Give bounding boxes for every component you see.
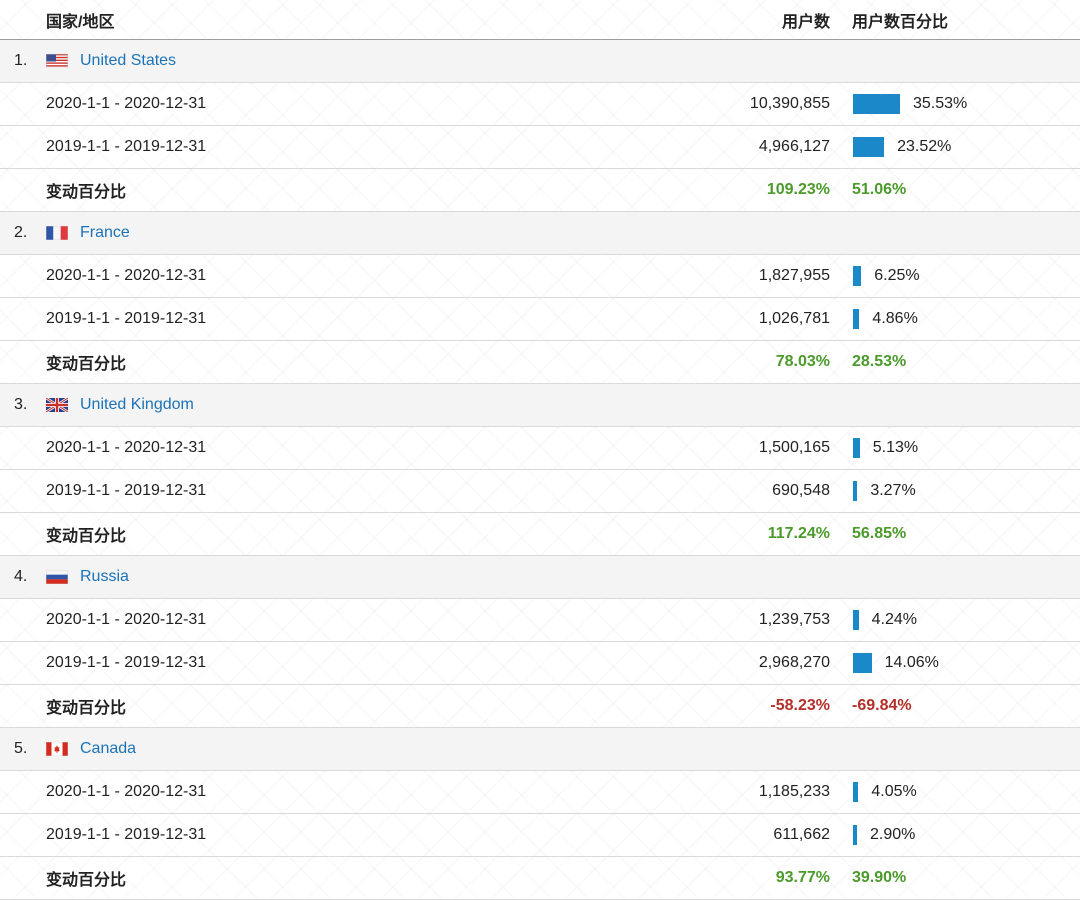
rank-number: 1. [14, 52, 28, 69]
country-link[interactable]: Canada [80, 740, 136, 758]
users-value: 1,239,753 [758, 611, 830, 628]
country-link[interactable]: Russia [80, 568, 129, 586]
date-range: 2019-1-1 - 2019-12-31 [46, 482, 207, 499]
users-change-value: -58.23% [770, 697, 830, 714]
pct-change-value: 28.53% [852, 353, 907, 370]
percentage-bar [853, 481, 858, 501]
date-range: 2019-1-1 - 2019-12-31 [46, 138, 207, 155]
ru-flag-icon [46, 570, 68, 584]
table-header: 国家/地区 用户数 用户数百分比 [0, 0, 1080, 40]
pct-change-value: 39.90% [852, 869, 907, 886]
table-body: 1. United States 2020-1-1 - 2020-12-31 10,3… [0, 40, 1080, 900]
column-header-users[interactable]: 用户数 [782, 8, 830, 32]
users-change-value: 109.23% [766, 181, 830, 198]
country-link[interactable]: United States [80, 52, 176, 70]
percentage-value: 5.13% [872, 439, 919, 456]
date-range: 2020-1-1 - 2020-12-31 [46, 783, 207, 800]
change-label: 变动百分比 [46, 700, 127, 717]
users-value: 611,662 [773, 826, 830, 843]
pct-change-value: 56.85% [852, 525, 907, 542]
percentage-bar [853, 653, 872, 673]
percentage-bar [853, 438, 860, 458]
percentage-value: 3.27% [870, 482, 916, 499]
country-users-table: 国家/地区 用户数 用户数百分比 1. United States 2020-1-1… [0, 0, 1080, 900]
change-row: 变动百分比 109.23% 51.06% [0, 169, 1080, 212]
users-value: 1,026,781 [758, 310, 830, 327]
date-range: 2020-1-1 - 2020-12-31 [46, 95, 207, 112]
date-range: 2019-1-1 - 2019-12-31 [46, 826, 207, 843]
users-value: 690,548 [772, 482, 830, 499]
column-header-users-pct[interactable]: 用户数百分比 [852, 8, 948, 32]
users-value: 1,827,955 [758, 267, 830, 284]
uk-flag-icon [46, 398, 68, 412]
users-value: 2,968,270 [758, 654, 830, 671]
period-row: 2020-1-1 - 2020-12-31 1,500,165 5.13% [0, 427, 1080, 470]
change-label: 变动百分比 [46, 184, 127, 201]
country-row[interactable]: 3. United Kingdom [0, 384, 1080, 427]
date-range: 2020-1-1 - 2020-12-31 [46, 611, 207, 628]
users-change-value: 78.03% [775, 353, 830, 370]
date-range: 2019-1-1 - 2019-12-31 [46, 654, 207, 671]
change-row: 变动百分比 117.24% 56.85% [0, 513, 1080, 556]
country-row[interactable]: 2. France [0, 212, 1080, 255]
period-row: 2019-1-1 - 2019-12-31 4,966,127 23.52% [0, 126, 1080, 169]
column-header-country[interactable]: 国家/地区 [46, 8, 114, 32]
country-row[interactable]: 4. Russia [0, 556, 1080, 599]
date-range: 2020-1-1 - 2020-12-31 [46, 267, 207, 284]
users-value: 1,500,165 [758, 439, 830, 456]
rank-number: 4. [14, 568, 28, 585]
percentage-value: 4.86% [872, 310, 918, 327]
change-row: 变动百分比 -58.23% -69.84% [0, 685, 1080, 728]
percentage-value: 4.24% [871, 611, 917, 628]
period-row: 2020-1-1 - 2020-12-31 1,827,955 6.25% [0, 255, 1080, 298]
rank-number: 2. [14, 224, 28, 241]
period-row: 2019-1-1 - 2019-12-31 1,026,781 4.86% [0, 298, 1080, 341]
percentage-bar [853, 782, 859, 802]
percentage-value: 23.52% [897, 138, 952, 155]
change-label: 变动百分比 [46, 872, 127, 889]
percentage-value: 4.05% [871, 783, 917, 800]
users-value: 1,185,233 [758, 783, 830, 800]
percentage-bar [853, 309, 860, 329]
users-change-value: 93.77% [775, 869, 830, 886]
percentage-bar [853, 825, 857, 845]
users-value: 10,390,855 [749, 95, 830, 112]
period-row: 2020-1-1 - 2020-12-31 1,239,753 4.24% [0, 599, 1080, 642]
country-link[interactable]: United Kingdom [80, 396, 194, 414]
users-value: 4,966,127 [758, 138, 830, 155]
rank-number: 5. [14, 740, 28, 757]
change-row: 变动百分比 78.03% 28.53% [0, 341, 1080, 384]
percentage-bar [853, 266, 862, 286]
percentage-bar [853, 610, 859, 630]
country-row[interactable]: 1. United States [0, 40, 1080, 83]
change-label: 变动百分比 [46, 356, 127, 373]
rank-number: 3. [14, 396, 28, 413]
period-row: 2019-1-1 - 2019-12-31 690,548 3.27% [0, 470, 1080, 513]
ca-flag-icon [46, 742, 68, 756]
period-row: 2019-1-1 - 2019-12-31 611,662 2.90% [0, 814, 1080, 857]
percentage-value: 6.25% [874, 267, 920, 284]
percentage-bar [853, 137, 885, 157]
change-row: 变动百分比 93.77% 39.90% [0, 857, 1080, 900]
us-flag-icon [46, 54, 68, 68]
period-row: 2019-1-1 - 2019-12-31 2,968,270 14.06% [0, 642, 1080, 685]
date-range: 2019-1-1 - 2019-12-31 [46, 310, 207, 327]
users-change-value: 117.24% [767, 525, 830, 542]
pct-change-value: -69.84% [852, 697, 912, 714]
pct-change-value: 51.06% [852, 181, 907, 198]
percentage-bar [853, 94, 900, 114]
fr-flag-icon [46, 226, 68, 240]
change-label: 变动百分比 [46, 528, 127, 545]
period-row: 2020-1-1 - 2020-12-31 1,185,233 4.05% [0, 771, 1080, 814]
percentage-value: 14.06% [884, 654, 939, 671]
country-link[interactable]: France [80, 224, 130, 242]
percentage-value: 35.53% [913, 95, 968, 112]
percentage-value: 2.90% [870, 826, 916, 843]
date-range: 2020-1-1 - 2020-12-31 [46, 439, 207, 456]
period-row: 2020-1-1 - 2020-12-31 10,390,855 35.53% [0, 83, 1080, 126]
country-row[interactable]: 5. Canada [0, 728, 1080, 771]
